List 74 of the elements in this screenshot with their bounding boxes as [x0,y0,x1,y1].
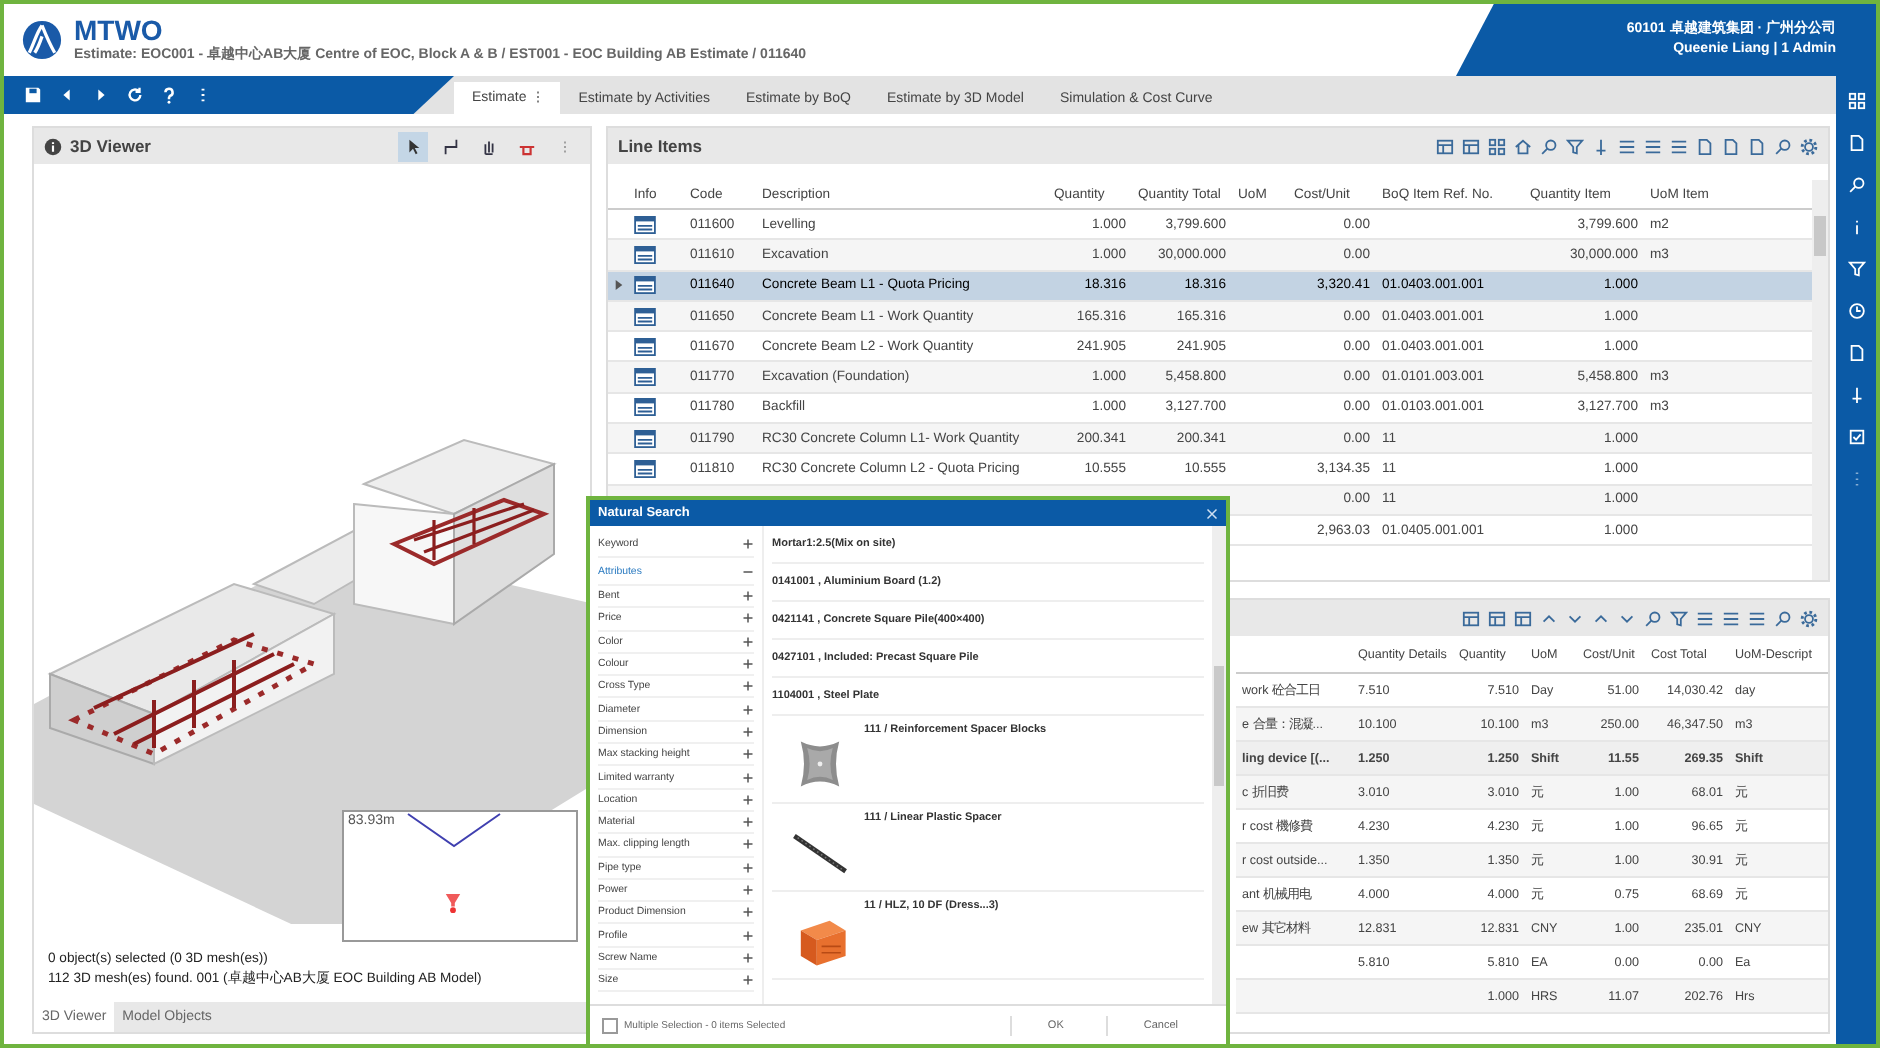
plus-icon[interactable] [742,771,754,784]
pin-icon[interactable] [1592,137,1610,155]
plus-icon[interactable] [742,929,754,942]
checkbox[interactable] [602,1018,618,1034]
table-icon[interactable] [1488,609,1506,627]
caret-icon [614,278,624,293]
panel-title: Line Items [618,136,703,156]
list-icon[interactable] [1644,137,1662,155]
back-icon[interactable] [58,86,76,104]
more-icon[interactable] [534,88,543,106]
info-document-icon[interactable] [634,215,656,234]
plus-icon[interactable] [742,635,754,648]
refresh-icon[interactable] [126,86,144,104]
plus-icon[interactable] [742,906,754,919]
filter-icon[interactable] [1566,137,1584,155]
list-icon[interactable] [1748,609,1766,627]
plus-icon[interactable] [742,590,754,603]
grid-icon[interactable] [1847,92,1865,110]
camera-marker-icon [444,892,462,914]
search-icon[interactable] [1540,137,1558,155]
plus-icon[interactable] [742,838,754,851]
list-icon[interactable] [1696,609,1714,627]
plus-icon[interactable] [742,793,754,806]
clock-icon[interactable] [1847,302,1865,320]
table-icon[interactable] [1514,609,1532,627]
info-document-icon[interactable] [634,429,656,448]
plus-icon[interactable] [742,861,754,874]
search-icon[interactable] [1847,176,1865,194]
forward-icon[interactable] [92,86,110,104]
search-icon[interactable] [1644,609,1662,627]
checkbox-icon[interactable] [1847,428,1865,446]
filter-icon[interactable] [1670,609,1688,627]
table-icon[interactable] [1462,137,1480,155]
plus-icon[interactable] [742,748,754,761]
view-cone-icon [404,812,504,848]
list-icon[interactable] [1618,137,1636,155]
search-icon[interactable] [1774,609,1792,627]
plus-icon[interactable] [742,951,754,964]
panel-title: 3D Viewer [70,136,151,156]
close-icon[interactable] [1206,507,1218,519]
plus-icon[interactable] [742,537,754,549]
pointer-icon[interactable] [398,131,428,161]
info-document-icon[interactable] [634,276,656,295]
table-icon[interactable] [1436,137,1454,155]
plus-icon[interactable] [742,703,754,716]
minus-icon[interactable] [742,565,754,577]
plus-icon[interactable] [742,816,754,829]
home-icon[interactable] [1514,137,1532,155]
grid-icon[interactable] [1488,137,1506,155]
info-icon [44,137,62,155]
settings-icon[interactable] [1800,137,1818,155]
list-icon[interactable] [1722,609,1740,627]
plus-icon[interactable] [742,680,754,693]
info-document-icon[interactable] [634,245,656,264]
plus-icon[interactable] [742,612,754,625]
app-logo: MTWO [74,16,165,44]
scrollbar[interactable] [1212,526,1226,1004]
search-icon[interactable] [1774,137,1792,155]
info-document-icon[interactable] [634,460,656,479]
plus-icon[interactable] [742,725,754,738]
info-document-icon[interactable] [634,368,656,387]
save-icon[interactable] [24,86,42,104]
plus-icon[interactable] [742,658,754,671]
logo-icon [20,20,64,60]
plus-icon[interactable] [742,884,754,896]
info-document-icon[interactable] [634,398,656,417]
help-icon[interactable] [160,86,178,104]
info-document-icon[interactable] [634,337,656,356]
scrollbar[interactable] [1812,180,1828,580]
info-document-icon[interactable] [634,307,656,326]
table-icon[interactable] [1462,609,1480,627]
plus-icon[interactable] [742,974,754,987]
settings-icon[interactable] [1800,609,1818,627]
list-icon[interactable] [1670,137,1688,155]
